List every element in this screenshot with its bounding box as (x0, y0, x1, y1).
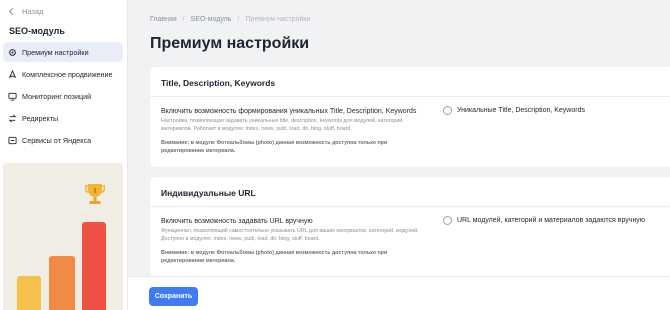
setting-note: Внимание: в модуле Фотоальбомы (photo) д… (161, 140, 388, 154)
services-icon (8, 136, 17, 145)
checkbox-circle[interactable] (443, 106, 452, 115)
sidebar-item-position-monitoring[interactable]: Мониторинг позиций (3, 86, 123, 106)
setting-description: Настройка, позволяющая задавать уникальн… (161, 118, 404, 132)
checkbox-label: URL модулей, категорий и материалов зада… (457, 217, 646, 224)
setting-note: Внимание: в модуле Фотоальбомы (photo) д… (161, 250, 388, 264)
setting-row: Включить возможность формирования уникал… (150, 97, 670, 155)
breadcrumb-separator: / (182, 16, 185, 23)
setting-description: Функционал, позволяющий самостоятельно у… (161, 228, 419, 242)
save-button[interactable]: Сохранить (149, 287, 198, 306)
monitor-icon (8, 92, 17, 101)
redirect-icon (8, 114, 17, 123)
checkbox-label: Уникальные Title, Description, Keywords (457, 107, 585, 114)
module-title: SEO-модуль (9, 26, 65, 36)
section-card-title-description: Title, Description, Keywords Включить во… (150, 67, 670, 167)
sidebar-item-label: Премиум настройки (22, 47, 89, 57)
chevron-left-icon (8, 7, 17, 16)
setting-title: Включить возможность задавать URL вручну… (161, 218, 313, 225)
sidebar-item-label: Редиректы (22, 113, 59, 123)
promo-illustration: 1 (3, 163, 123, 310)
setting-row: Включить возможность задавать URL вручну… (150, 207, 670, 265)
sidebar-nav: Премиум настройки Комплексное продвижени… (3, 42, 123, 152)
unique-meta-checkbox[interactable]: Уникальные Title, Description, Keywords (443, 106, 585, 115)
sidebar: Назад SEO-модуль Премиум настройки Компл… (0, 0, 128, 310)
back-label: Назад (22, 7, 44, 16)
illustration-bar-yellow (17, 276, 41, 310)
sidebar-item-complex-promotion[interactable]: Комплексное продвижение (3, 64, 123, 84)
gear-icon (8, 48, 17, 57)
breadcrumb-current: Премиум настройки (245, 16, 311, 23)
illustration-bar-red (82, 222, 106, 310)
breadcrumb-module[interactable]: SEO-модуль (191, 16, 232, 23)
breadcrumb-home[interactable]: Главная (150, 16, 177, 23)
footer-bar: Сохранить (128, 276, 670, 310)
setting-title: Включить возможность формирования уникал… (161, 108, 417, 115)
custom-url-checkbox[interactable]: URL модулей, категорий и материалов зада… (443, 216, 645, 225)
sidebar-item-label: Сервисы от Яндекса (22, 135, 92, 145)
trophy-icon: 1 (85, 184, 105, 204)
sidebar-item-yandex-services[interactable]: Сервисы от Яндекса (3, 130, 123, 150)
back-link[interactable]: Назад (8, 7, 44, 16)
section-card-custom-url: Индивидуальные URL Включить возможность … (150, 177, 670, 277)
rocket-icon (8, 69, 17, 79)
sidebar-item-premium-settings[interactable]: Премиум настройки (3, 42, 123, 62)
sidebar-item-label: Мониторинг позиций (22, 91, 92, 101)
breadcrumb-separator: / (237, 16, 240, 23)
checkbox-circle[interactable] (443, 216, 452, 225)
breadcrumb: Главная / SEO-модуль / Премиум настройки (150, 16, 310, 23)
illustration-bar-orange (49, 256, 75, 310)
section-header: Индивидуальные URL (150, 177, 670, 207)
sidebar-item-label: Комплексное продвижение (22, 69, 113, 79)
sidebar-item-redirects[interactable]: Редиректы (3, 108, 123, 128)
page-title: Премиум настройки (150, 35, 310, 52)
section-header: Title, Description, Keywords (150, 67, 670, 97)
